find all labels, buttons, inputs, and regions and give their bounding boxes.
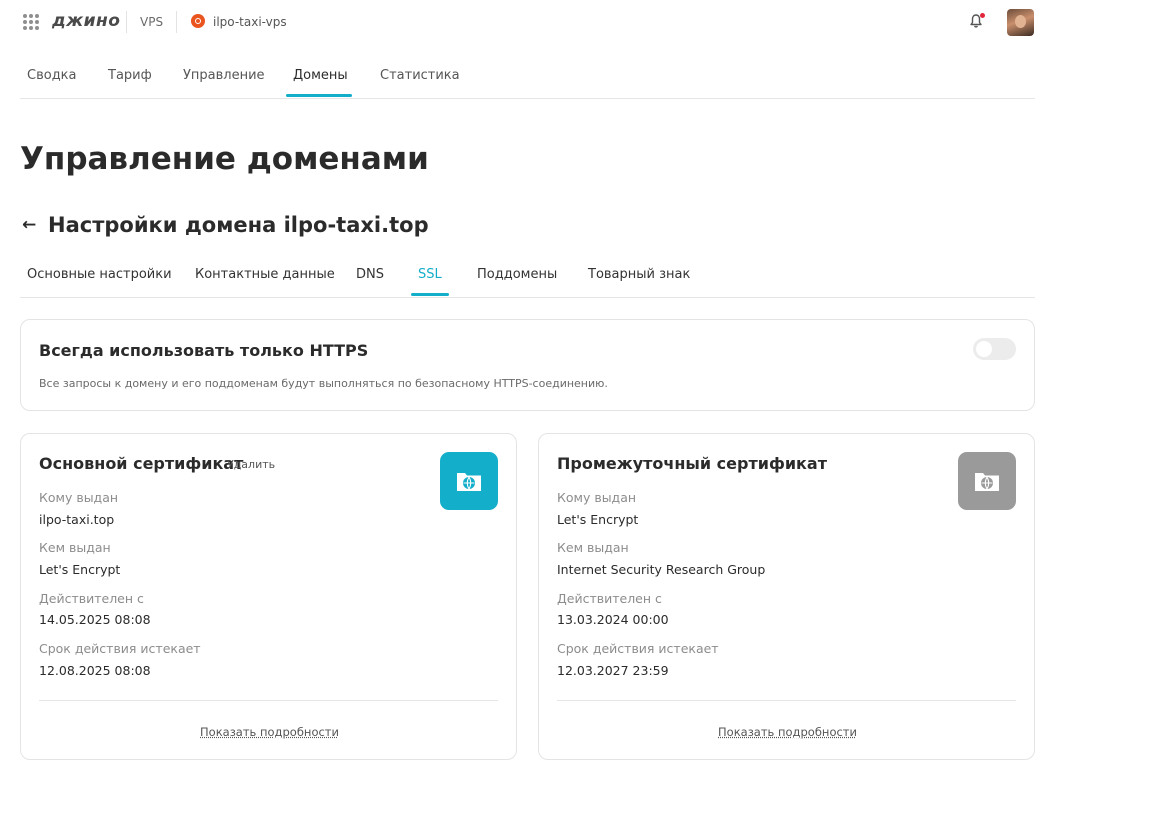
divider [176, 11, 177, 33]
primary-certificate-card: Основной сертификат Удалить Кому выдан i… [20, 433, 517, 760]
ubuntu-icon [191, 14, 205, 28]
field-value-expires: 12.03.2027 23:59 [557, 663, 669, 678]
bell-icon[interactable] [968, 13, 986, 31]
field-value-issued-to: Let's Encrypt [557, 512, 639, 527]
breadcrumb-server[interactable]: ilpo-taxi-vps [213, 15, 287, 29]
apps-grid-icon[interactable] [23, 14, 39, 30]
divider [39, 700, 498, 701]
field-label-issued-by: Кем выдан [557, 540, 629, 555]
domain-settings-title: Настройки домена ilpo-taxi.top [48, 213, 429, 237]
active-subtab-indicator [411, 293, 449, 296]
field-value-issued-by: Let's Encrypt [39, 562, 121, 577]
tab-domains[interactable]: Домены [293, 68, 348, 83]
field-label-expires: Срок действия истекает [557, 641, 719, 656]
cert-title: Промежуточный сертификат [557, 454, 827, 473]
tab-dns[interactable]: DNS [356, 267, 384, 282]
folder-globe-icon [440, 452, 498, 510]
divider [126, 11, 127, 33]
toggle-knob [976, 341, 992, 357]
notification-dot [980, 13, 985, 18]
https-card: Всегда использовать только HTTPS Все зап… [20, 319, 1035, 411]
delete-certificate-button[interactable]: Удалить [227, 458, 275, 471]
folder-globe-icon [958, 452, 1016, 510]
breadcrumb-vps[interactable]: VPS [140, 15, 163, 29]
page-title: Управление доменами [20, 141, 429, 177]
tab-subdomains[interactable]: Поддомены [477, 267, 557, 282]
field-label-valid-from: Действителен с [557, 591, 662, 606]
active-tab-indicator [286, 94, 352, 97]
tab-tariff[interactable]: Тариф [108, 68, 152, 83]
intermediate-certificate-card: Промежуточный сертификат Кому выдан Let'… [538, 433, 1035, 760]
https-title: Всегда использовать только HTTPS [39, 341, 369, 360]
field-value-valid-from: 13.03.2024 00:00 [557, 612, 669, 627]
main-tabs: Сводка Тариф Управление Домены Статистик… [20, 60, 1035, 99]
tab-main-settings[interactable]: Основные настройки [27, 267, 172, 282]
field-label-issued-to: Кому выдан [557, 490, 637, 505]
field-label-issued-to: Кому выдан [39, 490, 119, 505]
field-label-valid-from: Действителен с [39, 591, 144, 606]
field-value-expires: 12.08.2025 08:08 [39, 663, 151, 678]
avatar[interactable] [1007, 9, 1034, 36]
tab-summary[interactable]: Сводка [27, 68, 77, 83]
tab-management[interactable]: Управление [183, 68, 265, 83]
tab-ssl[interactable]: SSL [418, 267, 442, 282]
https-toggle[interactable] [973, 338, 1016, 360]
field-value-issued-by: Internet Security Research Group [557, 562, 766, 577]
logo[interactable]: джино [52, 11, 120, 31]
field-label-issued-by: Кем выдан [39, 540, 111, 555]
tab-contacts[interactable]: Контактные данные [195, 267, 335, 282]
domain-tabs: Основные настройки Контактные данные DNS… [20, 258, 1035, 298]
show-details-link[interactable]: Показать подробности [21, 725, 518, 739]
top-bar: джино VPS ilpo-taxi-vps [20, 0, 1035, 44]
divider [557, 700, 1016, 701]
field-value-issued-to: ilpo-taxi.top [39, 512, 115, 527]
field-label-expires: Срок действия истекает [39, 641, 201, 656]
https-description: Все запросы к домену и его поддоменам бу… [39, 377, 608, 390]
tab-statistics[interactable]: Статистика [380, 68, 460, 83]
tab-trademark[interactable]: Товарный знак [588, 267, 690, 282]
field-value-valid-from: 14.05.2025 08:08 [39, 612, 151, 627]
cert-title: Основной сертификат [39, 454, 244, 473]
arrow-left-icon[interactable]: ← [22, 215, 36, 235]
show-details-link[interactable]: Показать подробности [539, 725, 1036, 739]
